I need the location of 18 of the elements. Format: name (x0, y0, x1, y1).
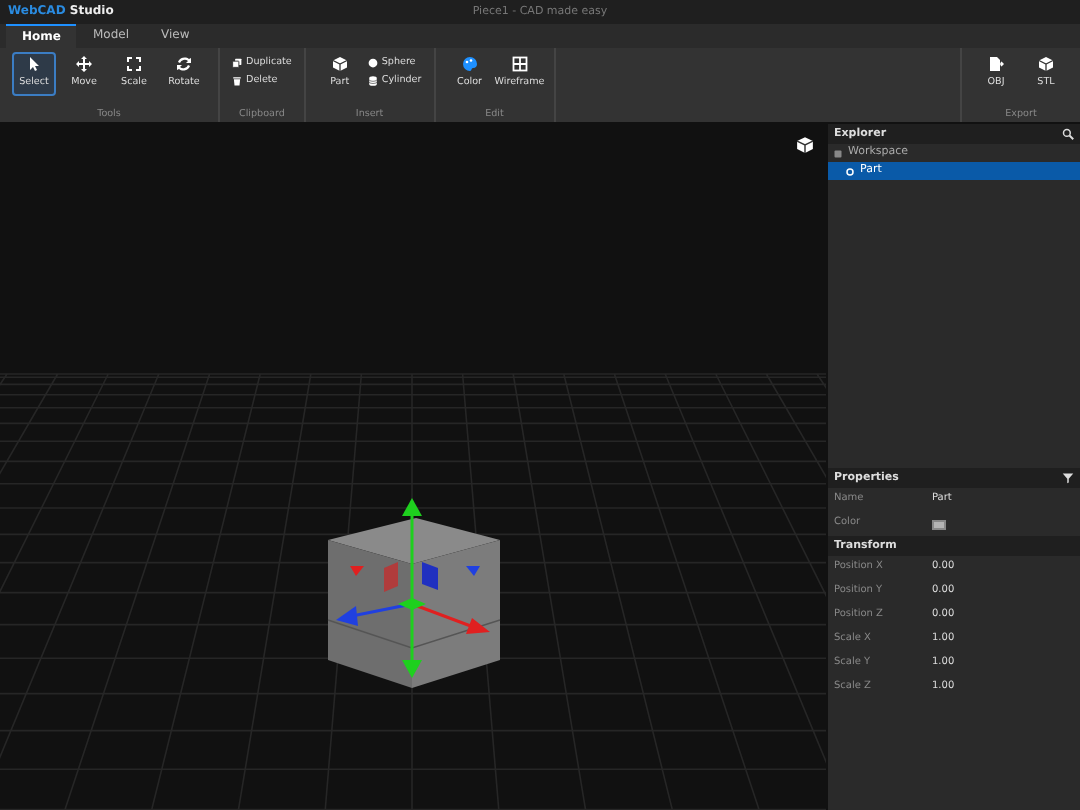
rotate-icon (176, 56, 192, 73)
search-icon (1062, 128, 1074, 140)
expand-icon (126, 56, 142, 73)
cube-icon (331, 56, 348, 73)
file-export-icon (988, 56, 1004, 73)
pointer-icon (26, 56, 42, 73)
node-icon (846, 167, 854, 175)
trash-icon (232, 76, 242, 87)
sphere-icon (367, 58, 378, 69)
palette-icon (461, 56, 478, 73)
color-swatch[interactable] (932, 519, 946, 529)
cylinder-icon (367, 76, 378, 87)
copy-icon (232, 58, 242, 69)
cube-icon (1038, 56, 1054, 73)
filter-icon (1062, 472, 1074, 484)
grid-icon (511, 56, 528, 73)
view-cube-icon[interactable] (796, 136, 814, 154)
move-icon (76, 56, 92, 73)
